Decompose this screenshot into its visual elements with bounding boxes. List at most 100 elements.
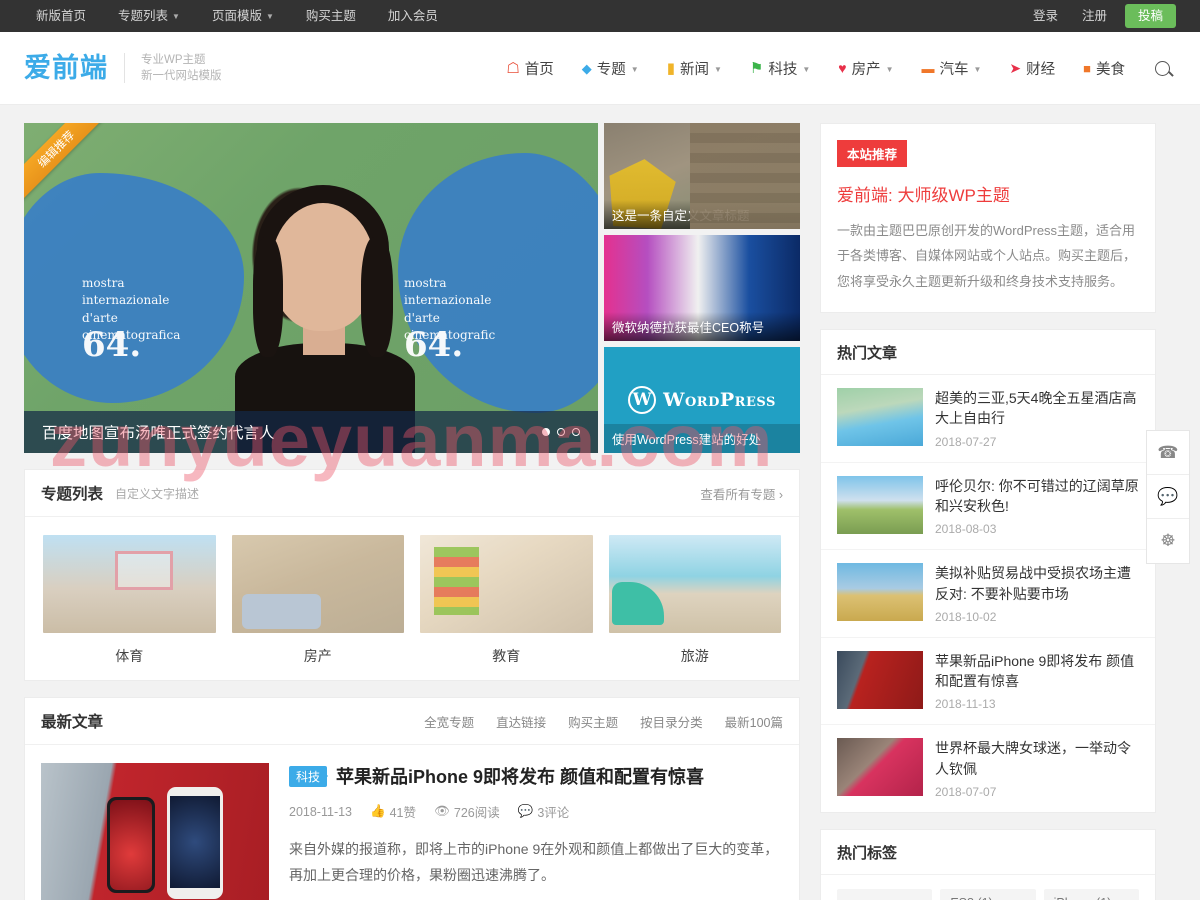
hot-post-title: 苹果新品iPhone 9即将发布 颜值和配置有惊喜 <box>935 652 1135 690</box>
topbar-item-buy-theme[interactable]: 购买主题 <box>290 0 372 32</box>
topbar-item-join-member[interactable]: 加入会员 <box>372 0 454 32</box>
topbar-item-topic-list[interactable]: 专题列表 ▼ <box>102 0 196 32</box>
latest-articles-header: 最新文章 全宽专题 直达链接 购买主题 按目录分类 最新100篇 <box>25 698 799 745</box>
site-header: 爱前端 专业WP主题 新一代网站模版 ☖ 首页 ◆ 专题 ▼ ▮ 新闻 ▼ ⚑ … <box>0 32 1200 105</box>
nav-label: 首页 <box>524 61 554 78</box>
nav-item-news[interactable]: ▮ 新闻 ▼ <box>653 58 736 79</box>
hero-main-slide[interactable]: 64. mostra internazionale d'arte cinemat… <box>24 123 598 453</box>
link-buy-theme[interactable]: 购买主题 <box>568 712 618 731</box>
topic-label: 房产 <box>303 648 332 664</box>
weibo-button[interactable]: ☸ <box>1147 519 1189 563</box>
hot-post-title: 世界杯最大牌女球迷，一举动令人钦佩 <box>935 740 1131 777</box>
nav-item-home[interactable]: ☖ 首页 <box>492 58 567 79</box>
hot-post-thumbnail <box>837 738 923 797</box>
nav-item-food[interactable]: ■ 美食 <box>1069 58 1139 79</box>
chevron-down-icon: ▼ <box>265 12 274 21</box>
topic-grid: 体育 房产 教育 旅游 <box>25 517 799 680</box>
hot-post-thumbnail <box>837 475 923 534</box>
car-icon: ▬ <box>921 60 935 76</box>
tag-chip[interactable]: C罗 (1) <box>837 889 933 900</box>
hero-side-card-2[interactable]: 微软纳德拉获最佳CEO称号 <box>604 235 800 341</box>
topic-item-travel[interactable]: 旅游 <box>601 535 790 666</box>
hot-post-body: 苹果新品iPhone 9即将发布 颜值和配置有惊喜 2018-11-13 <box>935 651 1139 712</box>
phone-icon: ☎ <box>1157 442 1179 462</box>
slogan-line-2: 新一代网站模版 <box>141 70 222 82</box>
article-list-item[interactable]: 科技 苹果新品iPhone 9即将发布 颜值和配置有惊喜 2018-11-13 … <box>25 745 799 900</box>
topbar-item-page-templates[interactable]: 页面模版 ▼ <box>196 0 290 32</box>
nav-item-realestate[interactable]: ♥ 房产 ▼ <box>824 58 907 79</box>
link-direct-link[interactable]: 直达链接 <box>496 712 546 731</box>
paper-plane-icon: ➤ <box>1009 60 1022 76</box>
nav-item-car[interactable]: ▬ 汽车 ▼ <box>907 58 995 79</box>
topbar-item-label: 专题列表 <box>118 9 169 23</box>
hot-post-body: 超美的三亚,5天4晚全五星酒店高大上自由行 2018-07-27 <box>935 388 1139 449</box>
register-link[interactable]: 注册 <box>1070 0 1119 32</box>
login-link[interactable]: 登录 <box>1021 0 1070 32</box>
flag-icon: ⚑ <box>749 59 764 77</box>
article-category-badge[interactable]: 科技 <box>289 765 329 787</box>
hero-side-caption: 微软纳德拉获最佳CEO称号 <box>604 312 800 341</box>
link-fullwidth-topic[interactable]: 全宽专题 <box>424 712 474 731</box>
article-thumbnail[interactable] <box>41 763 269 900</box>
thumbs-up-icon: 👍 <box>370 804 386 818</box>
nav-label: 汽车 <box>939 61 969 78</box>
slogan-line-1: 专业WP主题 <box>141 54 206 66</box>
recommend-box: 本站推荐 爱前端: 大师级WP主题 一款由主题巴巴原创开发的WordPress主… <box>821 124 1155 312</box>
search-icon <box>1155 60 1170 76</box>
search-button[interactable] <box>1139 60 1176 76</box>
hot-post-item[interactable]: 美拟补贴贸易战中受损农场主遭反对: 不要补贴要市场 2018-10-02 <box>821 550 1155 638</box>
wechat-button[interactable]: 💬 <box>1147 475 1189 519</box>
link-by-category[interactable]: 按目录分类 <box>640 712 703 731</box>
article-meta: 2018-11-13 👍 41赞 👁 726阅读 💬 3评论 <box>289 802 783 821</box>
nav-item-topic[interactable]: ◆ 专题 ▼ <box>568 58 653 79</box>
article-date: 2018-11-13 <box>289 804 353 819</box>
topic-item-sports[interactable]: 体育 <box>35 535 224 666</box>
phone-button[interactable]: ☎ <box>1147 431 1189 475</box>
logo-area[interactable]: 爱前端 专业WP主题 新一代网站模版 <box>24 52 222 84</box>
poster-text-left: 64. mostra internazionale d'arte cinemat… <box>82 276 180 370</box>
hot-posts-panel: 热门文章 超美的三亚,5天4晚全五星酒店高大上自由行 2018-07-27 呼伦… <box>820 329 1156 813</box>
article-title[interactable]: 苹果新品iPhone 9即将发布 颜值和配置有惊喜 <box>336 763 704 789</box>
nav-label: 科技 <box>768 61 798 78</box>
hot-post-item[interactable]: 呼伦贝尔: 你不可错过的辽阔草原和兴安秋色! 2018-08-03 <box>821 463 1155 551</box>
topic-item-education[interactable]: 教育 <box>412 535 601 666</box>
topbar-item-home[interactable]: 新版首页 <box>24 0 102 32</box>
latest-articles-links: 全宽专题 直达链接 购买主题 按目录分类 最新100篇 <box>424 712 783 731</box>
link-latest-100[interactable]: 最新100篇 <box>725 712 783 731</box>
slider-dot-1[interactable] <box>542 428 550 436</box>
heart-icon: ♥ <box>838 60 847 76</box>
nav-label: 房产 <box>851 61 881 78</box>
chevron-down-icon: ▼ <box>172 12 180 21</box>
nav-label: 新闻 <box>679 61 709 78</box>
hero-title[interactable]: 百度地图宣布汤唯正式签约代言人 <box>42 421 275 443</box>
nav-item-tech[interactable]: ⚑ 科技 ▼ <box>736 58 824 79</box>
hot-post-item[interactable]: 苹果新品iPhone 9即将发布 颜值和配置有惊喜 2018-11-13 <box>821 638 1155 726</box>
article-comments: 💬 3评论 <box>518 802 570 821</box>
nav-item-finance[interactable]: ➤ 财经 <box>995 58 1069 79</box>
hot-post-title: 呼伦贝尔: 你不可错过的辽阔草原和兴安秋色! <box>935 477 1139 514</box>
topic-label: 旅游 <box>680 648 709 664</box>
hero-side-card-3[interactable]: W WordPress 使用WordPress建站的好处 <box>604 347 800 453</box>
nav-label: 专题 <box>596 61 626 78</box>
tag-icon: ◆ <box>581 60 592 76</box>
topic-item-realestate[interactable]: 房产 <box>224 535 413 666</box>
phone-graphic-left <box>107 797 155 893</box>
hero-side-card-1[interactable]: 这是一条自定义文章标题 <box>604 123 800 229</box>
hot-post-thumbnail <box>837 650 923 709</box>
hot-post-title: 美拟补贴贸易战中受损农场主遭反对: 不要补贴要市场 <box>935 565 1131 602</box>
site-slogan: 专业WP主题 新一代网站模版 <box>141 52 222 84</box>
hot-post-item[interactable]: 世界杯最大牌女球迷，一举动令人钦佩 2018-07-07 <box>821 725 1155 812</box>
view-all-topics-link[interactable]: 查看所有专题 › <box>700 484 783 503</box>
tag-chip[interactable]: ES8 (1) <box>940 889 1036 900</box>
hot-post-body: 呼伦贝尔: 你不可错过的辽阔草原和兴安秋色! 2018-08-03 <box>935 476 1139 537</box>
site-logo[interactable]: 爱前端 <box>24 54 108 82</box>
slider-dot-3[interactable] <box>572 428 580 436</box>
slider-dot-2[interactable] <box>557 428 565 436</box>
submit-post-button[interactable]: 投稿 <box>1124 4 1176 28</box>
topic-thumbnail <box>231 535 404 633</box>
recommend-title[interactable]: 爱前端: 大师级WP主题 <box>837 181 1139 206</box>
hot-post-item[interactable]: 超美的三亚,5天4晚全五星酒店高大上自由行 2018-07-27 <box>821 375 1155 463</box>
eye-icon: 👁 <box>434 804 450 818</box>
tag-chip[interactable]: iPhone (1) <box>1043 889 1139 900</box>
nav-label: 美食 <box>1096 61 1125 78</box>
